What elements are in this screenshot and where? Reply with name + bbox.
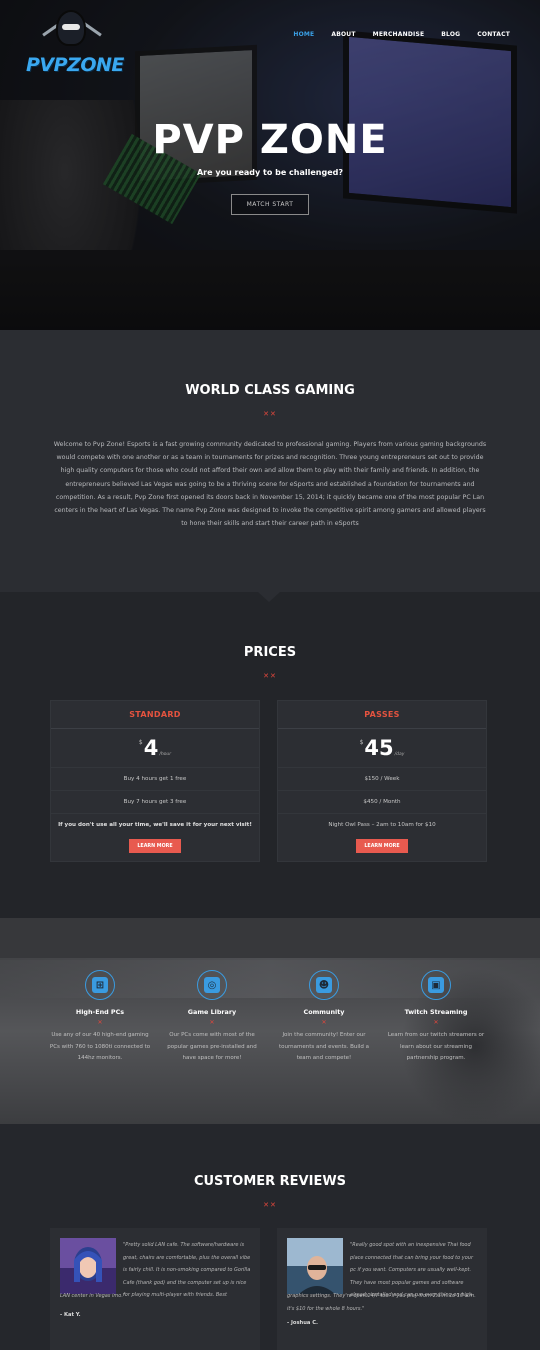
- price-card-passes: PASSES $ 45 /day $150 / Week $450 / Mont…: [277, 700, 487, 862]
- prices-title: PRICES: [243, 645, 297, 660]
- feature-title: Community: [303, 1008, 345, 1016]
- feature-description: Join the community! Enter our tournament…: [278, 1032, 370, 1062]
- features-photo-top: [0, 918, 540, 960]
- feature-icon-circle: ◎: [197, 970, 227, 1000]
- plan-feature: $150 / Week: [278, 767, 486, 790]
- section-divider-icon: ✕✕: [263, 1201, 277, 1209]
- hero-section: PVPZONE HOME ABOUT MERCHANDISE BLOG CONT…: [0, 0, 540, 330]
- steam-icon: ◎: [204, 977, 220, 993]
- feature-title: Twitch Streaming: [404, 1008, 468, 1016]
- currency-symbol: $: [359, 739, 364, 746]
- nav-merchandise[interactable]: MERCHANDISE: [373, 31, 425, 38]
- price-amount: 45: [364, 736, 394, 760]
- plan-feature: Buy 4 hours get 1 free: [51, 767, 259, 790]
- logo-text: PVPZONE: [26, 54, 124, 76]
- review-card: "Pretty solid LAN cafe. The software/har…: [50, 1228, 260, 1350]
- feature-description: Learn from our twitch streamers or learn…: [387, 1032, 485, 1062]
- currency-symbol: $: [138, 739, 143, 746]
- feature-twitch-streaming: ▣ Twitch Streaming ✕ Learn from our twit…: [384, 970, 488, 1065]
- reviewer-avatar: [287, 1238, 343, 1294]
- price-card-standard: STANDARD $ 4 /hour Buy 4 hours get 1 fre…: [50, 700, 260, 862]
- plan-price: $ 4 /hour: [51, 729, 259, 767]
- reviewer-avatar: [60, 1238, 116, 1294]
- feature-title: High-End PCs: [75, 1008, 125, 1016]
- feature-title: Game Library: [187, 1008, 237, 1016]
- main-nav: HOME ABOUT MERCHANDISE BLOG CONTACT: [276, 31, 510, 38]
- feature-divider-icon: ✕: [97, 1019, 103, 1026]
- nav-home[interactable]: HOME: [293, 31, 314, 38]
- feature-divider-icon: ✕: [209, 1019, 215, 1026]
- twitch-icon: ▣: [428, 977, 444, 993]
- feature-description: Use any of our 40 high-end gaming PCs wi…: [49, 1032, 151, 1062]
- feature-high-end-pcs: ⊞ High-End PCs ✕ Use any of our 40 high-…: [48, 970, 152, 1065]
- windows-icon: ⊞: [92, 977, 108, 993]
- learn-more-button[interactable]: LEARN MORE: [129, 839, 181, 853]
- feature-icon-circle: ⊞: [85, 970, 115, 1000]
- nav-blog[interactable]: BLOG: [441, 31, 460, 38]
- plan-price: $ 45 /day: [278, 729, 486, 767]
- site-logo[interactable]: PVPZONE: [26, 10, 124, 82]
- feature-divider-icon: ✕: [321, 1019, 327, 1026]
- about-title: WORLD CLASS GAMING: [185, 383, 355, 398]
- plan-feature: If you don't use all your time, we'll sa…: [51, 813, 259, 836]
- hero-subtitle: Are you ready to be challenged?: [196, 168, 344, 177]
- reviews-title: CUSTOMER REVIEWS: [193, 1174, 347, 1189]
- hero-title: PVP ZONE: [152, 117, 388, 163]
- price-period: /hour: [159, 752, 172, 757]
- plan-name: STANDARD: [51, 701, 259, 729]
- feature-game-library: ◎ Game Library ✕ Our PCs come with most …: [160, 970, 264, 1065]
- feature-divider-icon: ✕: [433, 1019, 439, 1026]
- section-notch: [258, 592, 280, 602]
- feature-community: ☻ Community ✕ Join the community! Enter …: [272, 970, 376, 1065]
- ninja-eyes: [62, 24, 80, 30]
- plan-name: PASSES: [278, 701, 486, 729]
- section-divider-icon: ✕✕: [263, 672, 277, 680]
- price-amount: 4: [143, 736, 159, 760]
- review-quote-continued: LAN center in Vegas imo.": [60, 1293, 126, 1299]
- review-author: - Joshua C.: [287, 1320, 319, 1326]
- nav-contact[interactable]: CONTACT: [477, 31, 510, 38]
- plan-feature: $450 / Month: [278, 790, 486, 813]
- review-quote-continued: graphics settings. They're open 24/7 too…: [287, 1293, 476, 1312]
- match-start-button[interactable]: MATCH START: [231, 194, 309, 215]
- feature-icon-circle: ▣: [421, 970, 451, 1000]
- review-author: - Kat Y.: [60, 1312, 81, 1318]
- feature-description: Our PCs come with most of the popular ga…: [167, 1032, 257, 1062]
- nav-about[interactable]: ABOUT: [331, 31, 355, 38]
- community-icon: ☻: [316, 977, 332, 993]
- plan-feature: Buy 7 hours get 3 free: [51, 790, 259, 813]
- plan-feature: Night Owl Pass – 2am to 10am for $10: [278, 813, 486, 836]
- feature-icon-circle: ☻: [309, 970, 339, 1000]
- about-section: WORLD CLASS GAMING ✕✕ Welcome to Pvp Zon…: [0, 330, 540, 592]
- section-divider-icon: ✕✕: [263, 410, 277, 418]
- price-period: /day: [394, 752, 405, 757]
- about-body: Welcome to Pvp Zone! Esports is a fast g…: [53, 441, 487, 528]
- review-card: "Really good spot with an inexpensive Th…: [277, 1228, 487, 1350]
- learn-more-button[interactable]: LEARN MORE: [356, 839, 408, 853]
